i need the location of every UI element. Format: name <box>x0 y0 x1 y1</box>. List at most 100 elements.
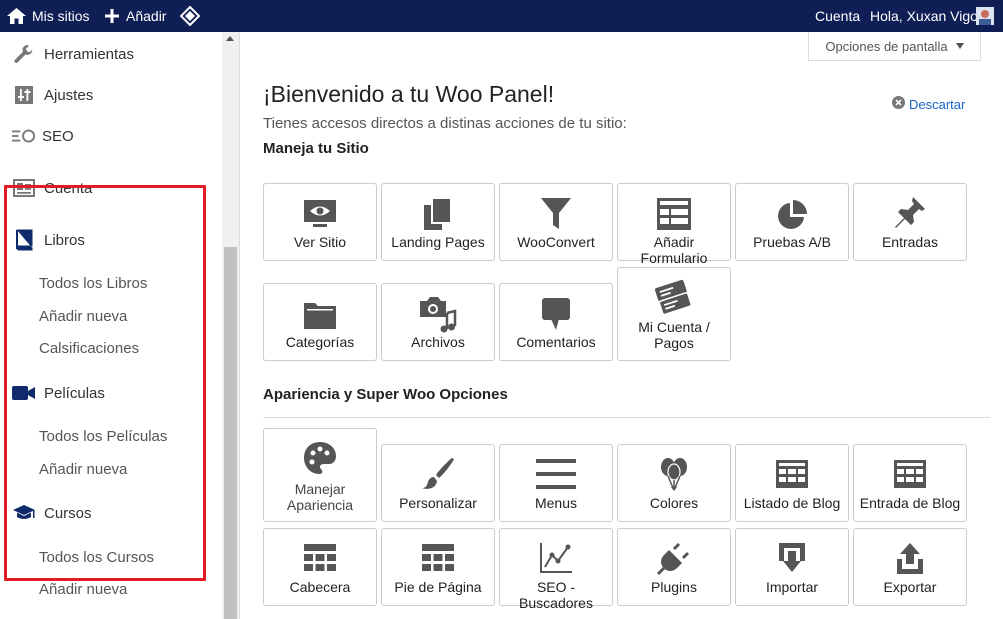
folder-icon <box>264 300 376 330</box>
tile-mi-cuenta-pagos[interactable]: Mi Cuenta / Pagos <box>617 267 731 361</box>
avatar[interactable] <box>976 0 994 32</box>
tile-manejar-apariencia[interactable]: Manejar Apariencia <box>263 428 377 522</box>
tile-label: Mi Cuenta / Pagos <box>638 319 710 351</box>
export-icon <box>854 541 966 575</box>
calendar-grid-icon <box>736 459 848 489</box>
tile-entradas[interactable]: Entradas <box>853 183 967 261</box>
comment-icon <box>500 297 612 331</box>
close-circle-icon <box>892 96 905 112</box>
tile-exportar[interactable]: Exportar <box>853 528 967 606</box>
tile-importar[interactable]: Importar <box>735 528 849 606</box>
tile-label: WooConvert <box>517 234 595 250</box>
tile-colores[interactable]: Colores <box>617 444 731 522</box>
tile-label: Entradas <box>881 234 939 250</box>
plugin-diamond-menu[interactable] <box>180 0 200 32</box>
funnel-icon <box>500 197 612 231</box>
tile-label: Plugins <box>651 579 697 595</box>
balloons-icon <box>618 456 730 492</box>
tile-wooconvert[interactable]: WooConvert <box>499 183 613 261</box>
tile-categorias[interactable]: Categorías <box>263 283 377 361</box>
tile-plugins[interactable]: Plugins <box>617 528 731 606</box>
dismiss-label: Descartar <box>909 96 966 112</box>
footer-grid-icon <box>382 543 494 573</box>
highlight-box <box>4 185 206 581</box>
caret-down-icon <box>955 43 964 49</box>
scrollbar-thumb[interactable] <box>224 247 237 619</box>
tile-label: Importar <box>765 579 819 595</box>
tile-label: Manejar Apariencia <box>286 481 354 513</box>
my-sites-label: Mis sitios <box>32 8 90 24</box>
tile-label: SEO - Buscadores <box>519 579 593 611</box>
sites-icon <box>6 7 27 25</box>
tile-menus[interactable]: Menus <box>499 444 613 522</box>
tile-anadir-formulario[interactable]: Añadir Formulario <box>617 183 731 266</box>
tile-label: Entrada de Blog <box>859 495 961 511</box>
tile-label: Comentarios <box>516 334 596 350</box>
tile-ver-sitio[interactable]: Ver Sitio <box>263 183 377 261</box>
user-greeting[interactable]: Hola, Xuxan Vigo <box>870 0 978 32</box>
sidebar-item-herramientas[interactable]: Herramientas <box>12 42 134 66</box>
tile-archivos[interactable]: Archivos <box>381 283 495 361</box>
tile-pruebas-ab[interactable]: Pruebas A/B <box>735 183 849 261</box>
tile-label: Menus <box>534 495 578 511</box>
tickets-icon <box>618 277 730 317</box>
dismiss-link[interactable]: Descartar <box>892 96 965 112</box>
screen-options-button[interactable]: Opciones de pantalla <box>808 32 981 61</box>
pie-chart-icon <box>736 199 848 231</box>
tile-pie-de-pagina[interactable]: Pie de Página <box>381 528 495 606</box>
add-new-menu[interactable]: Añadir <box>105 0 166 32</box>
section-title-maneja: Maneja tu Sitio <box>263 140 369 157</box>
plus-icon <box>105 9 119 23</box>
brush-icon <box>382 456 494 490</box>
tile-label: Ver Sitio <box>293 234 347 250</box>
tile-label: Cabecera <box>289 579 351 595</box>
scroll-up-arrow-icon[interactable] <box>226 36 234 41</box>
sidebar-item-seo[interactable]: SEO <box>12 124 74 148</box>
tile-label: Pruebas A/B <box>753 234 831 250</box>
my-sites-menu[interactable]: Mis sitios <box>6 0 90 32</box>
seo-icon <box>12 124 36 148</box>
tile-label: Archivos <box>411 334 465 350</box>
monitor-eye-icon <box>264 199 376 229</box>
submenu-anadir-nueva-curso[interactable]: Añadir nueva <box>39 581 127 598</box>
screen-options-label: Opciones de pantalla <box>825 38 948 54</box>
account-link[interactable]: Cuenta <box>815 0 860 32</box>
sidebar-scrollbar[interactable] <box>222 32 239 619</box>
diamond-icon <box>180 6 200 26</box>
tile-comentarios[interactable]: Comentarios <box>499 283 613 361</box>
page-subtitle: Tienes accesos directos a distinas accio… <box>263 115 627 132</box>
section-divider <box>263 417 990 418</box>
settings-icon <box>12 83 36 107</box>
palette-icon <box>264 441 376 475</box>
tile-landing-pages[interactable]: Landing Pages <box>381 183 495 261</box>
sidebar-item-label: SEO <box>42 127 74 145</box>
pushpin-icon <box>854 195 966 231</box>
admin-top-bar: Mis sitios Añadir Cuenta Hola, Xuxan Vig… <box>0 0 1003 32</box>
tile-entrada-de-blog[interactable]: Entrada de Blog <box>853 444 967 522</box>
menu-lines-icon <box>500 459 612 489</box>
sidebar-item-label: Herramientas <box>44 45 135 63</box>
media-icon <box>382 295 494 333</box>
tile-label: Listado de Blog <box>743 495 841 511</box>
tile-label: Añadir Formulario <box>640 234 708 266</box>
sidebar-item-label: Ajustes <box>44 86 94 104</box>
add-new-label: Añadir <box>126 8 167 24</box>
tile-listado-de-blog[interactable]: Listado de Blog <box>735 444 849 522</box>
header-grid-icon <box>264 543 376 573</box>
tile-label: Personalizar <box>399 495 477 511</box>
tile-label: Colores <box>649 495 699 511</box>
plug-icon <box>618 541 730 575</box>
tile-cabecera[interactable]: Cabecera <box>263 528 377 606</box>
copy-pages-icon <box>382 197 494 231</box>
tile-personalizar[interactable]: Personalizar <box>381 444 495 522</box>
line-chart-icon <box>500 541 612 575</box>
page-title: ¡Bienvenido a tu Woo Panel! <box>263 81 555 107</box>
form-icon <box>618 197 730 231</box>
tile-label: Landing Pages <box>391 234 485 250</box>
tile-label: Categorías <box>285 334 355 350</box>
divider <box>239 32 240 619</box>
tile-seo-buscadores[interactable]: SEO - Buscadores <box>499 528 613 611</box>
calendar-grid-icon <box>854 459 966 489</box>
wrench-icon <box>12 42 36 66</box>
sidebar-item-ajustes[interactable]: Ajustes <box>12 83 93 107</box>
